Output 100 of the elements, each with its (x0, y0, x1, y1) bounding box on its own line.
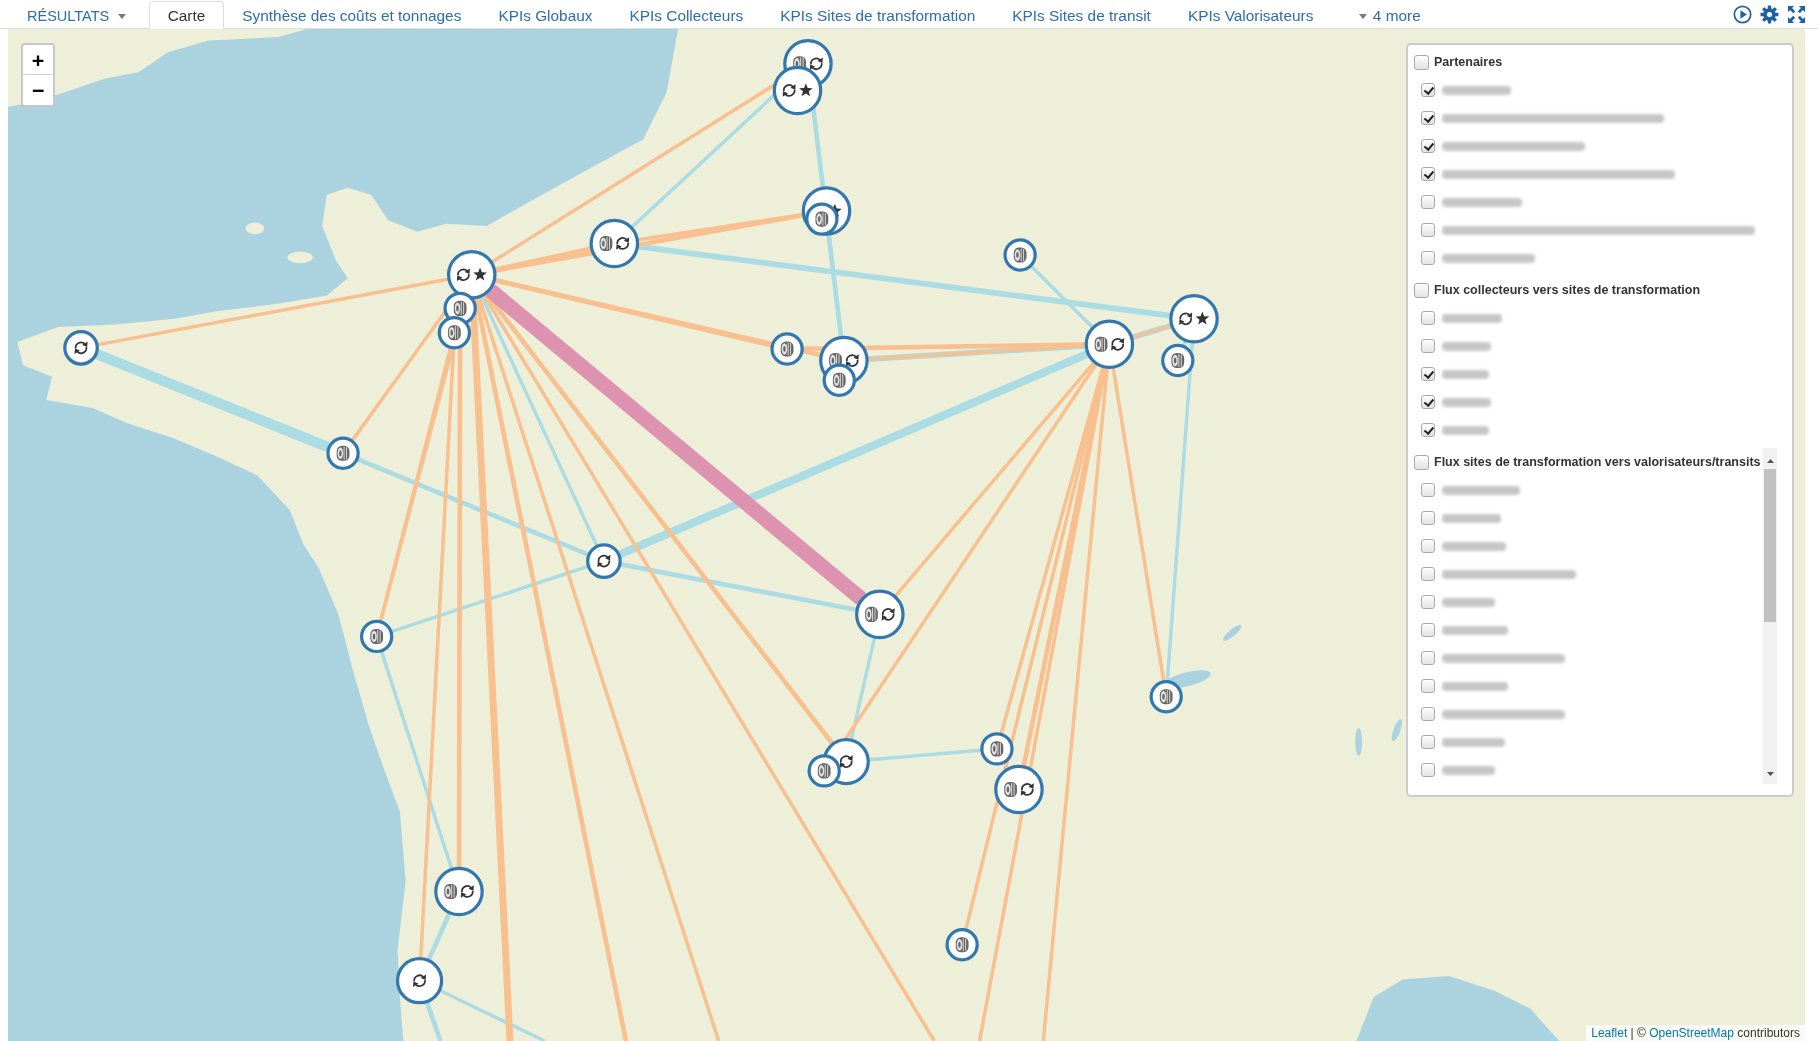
checkbox[interactable] (1421, 139, 1435, 153)
blurred-text (1442, 765, 1495, 775)
checkbox[interactable] (1421, 763, 1435, 777)
layer-group-label: Flux sites de transformation vers valorisateurs/transits (1434, 455, 1761, 469)
tab[interactable]: KPIs Sites de transformation (761, 2, 994, 29)
lake (1355, 728, 1363, 756)
refresh-icon (616, 237, 630, 250)
map-marker[interactable] (770, 332, 804, 366)
checkbox[interactable] (1421, 483, 1435, 497)
blurred-text (1442, 341, 1491, 351)
blurred-text (1442, 313, 1502, 323)
map-marker[interactable] (359, 619, 394, 654)
scrollbar-track[interactable] (1763, 448, 1777, 784)
map-marker[interactable] (1003, 238, 1037, 272)
blurred-text (1442, 397, 1491, 407)
checkbox[interactable] (1421, 167, 1435, 181)
refresh-icon (413, 974, 427, 987)
checkbox[interactable] (1421, 195, 1435, 209)
map-marker[interactable] (855, 589, 905, 640)
refresh-icon (839, 755, 853, 768)
attribution-link[interactable]: Leaflet (1591, 1026, 1628, 1040)
map-marker[interactable] (434, 866, 484, 917)
blurred-text (1442, 625, 1508, 635)
checkbox[interactable] (1421, 223, 1435, 237)
checkbox[interactable] (1421, 423, 1435, 437)
refresh-icon (881, 608, 895, 621)
scroll-down-arrow-icon (1766, 772, 1774, 776)
refresh-icon (782, 84, 796, 97)
checkbox[interactable] (1421, 595, 1435, 609)
checkbox[interactable] (1414, 54, 1429, 70)
checkbox[interactable] (1421, 339, 1435, 353)
tab[interactable]: Carte (149, 1, 224, 29)
scroll-up-arrow-icon (1766, 459, 1774, 463)
attribution-link[interactable]: OpenStreetMap (1649, 1026, 1734, 1040)
scrollbar-thumb[interactable] (1764, 469, 1776, 622)
tab[interactable]: Synthèse des coûts et tonnages (223, 2, 480, 29)
blurred-text (1442, 425, 1489, 435)
caret-icon (1358, 13, 1367, 19)
checkbox[interactable] (1421, 83, 1435, 97)
map-marker[interactable] (1161, 343, 1195, 378)
refresh-icon (74, 341, 88, 355)
refresh-icon (1020, 783, 1034, 796)
star-icon (799, 83, 813, 97)
checkbox[interactable] (1421, 111, 1435, 125)
map-marker[interactable] (1169, 294, 1219, 344)
settings-icon[interactable] (1760, 4, 1779, 24)
play-icon[interactable] (1733, 4, 1752, 24)
star-icon (473, 267, 487, 281)
map-marker[interactable] (980, 732, 1014, 766)
checkbox[interactable] (1421, 311, 1435, 325)
blurred-text (1442, 369, 1489, 379)
checkbox[interactable] (1421, 679, 1435, 693)
refresh-icon (1179, 312, 1193, 326)
checkbox[interactable] (1421, 367, 1435, 381)
lake (1391, 719, 1403, 742)
checkbox[interactable] (1421, 539, 1435, 553)
checkbox[interactable] (1421, 735, 1435, 749)
checkbox[interactable] (1421, 707, 1435, 721)
checkbox[interactable] (1414, 454, 1429, 470)
refresh-icon (456, 268, 470, 281)
checkbox[interactable] (1421, 251, 1435, 265)
island (245, 222, 265, 235)
more-tabs-menu[interactable]: 4 more (1331, 2, 1440, 29)
refresh-icon (1111, 338, 1125, 351)
blurred-text (1442, 541, 1506, 551)
caret-icon (118, 13, 127, 19)
expand-icon[interactable] (1787, 4, 1806, 24)
map-marker[interactable] (1149, 680, 1183, 714)
map-attribution: Leaflet | © OpenStreetMap contributors (1586, 1025, 1805, 1041)
zoom-in-button[interactable]: + (23, 45, 53, 75)
map-marker[interactable] (945, 928, 979, 962)
refresh-icon (460, 885, 474, 898)
checkbox[interactable] (1421, 567, 1435, 581)
tab[interactable]: KPIs Globaux (479, 2, 611, 29)
checkbox[interactable] (1421, 623, 1435, 637)
refresh-icon (845, 354, 859, 367)
island (287, 251, 313, 264)
tab[interactable]: KPIs Collecteurs (611, 2, 762, 29)
map-marker[interactable] (994, 764, 1044, 815)
checkbox[interactable] (1421, 651, 1435, 665)
results-menu[interactable]: RÉSULTATS (14, 2, 140, 29)
map-marker[interactable] (326, 436, 360, 470)
layer-group-label: Flux collecteurs vers sites de transformation (1434, 283, 1701, 297)
refresh-icon (809, 57, 823, 71)
blurred-text (1442, 513, 1501, 523)
tab[interactable]: KPIs Valorisateurs (1169, 2, 1332, 29)
tab[interactable]: KPIs Sites de transit (993, 2, 1170, 29)
map-marker[interactable] (807, 754, 841, 788)
map-marker[interactable] (822, 363, 856, 397)
star-icon (1195, 311, 1210, 325)
map-marker[interactable] (805, 202, 839, 236)
checkbox[interactable] (1414, 282, 1429, 298)
checkbox[interactable] (1421, 395, 1435, 409)
checkbox[interactable] (1421, 511, 1435, 525)
map-marker[interactable] (772, 65, 823, 116)
blurred-text (1442, 85, 1511, 95)
map-marker[interactable] (395, 957, 444, 1005)
map-marker[interactable] (437, 316, 472, 350)
map-marker[interactable] (589, 218, 640, 269)
blurred-text (1442, 737, 1505, 747)
